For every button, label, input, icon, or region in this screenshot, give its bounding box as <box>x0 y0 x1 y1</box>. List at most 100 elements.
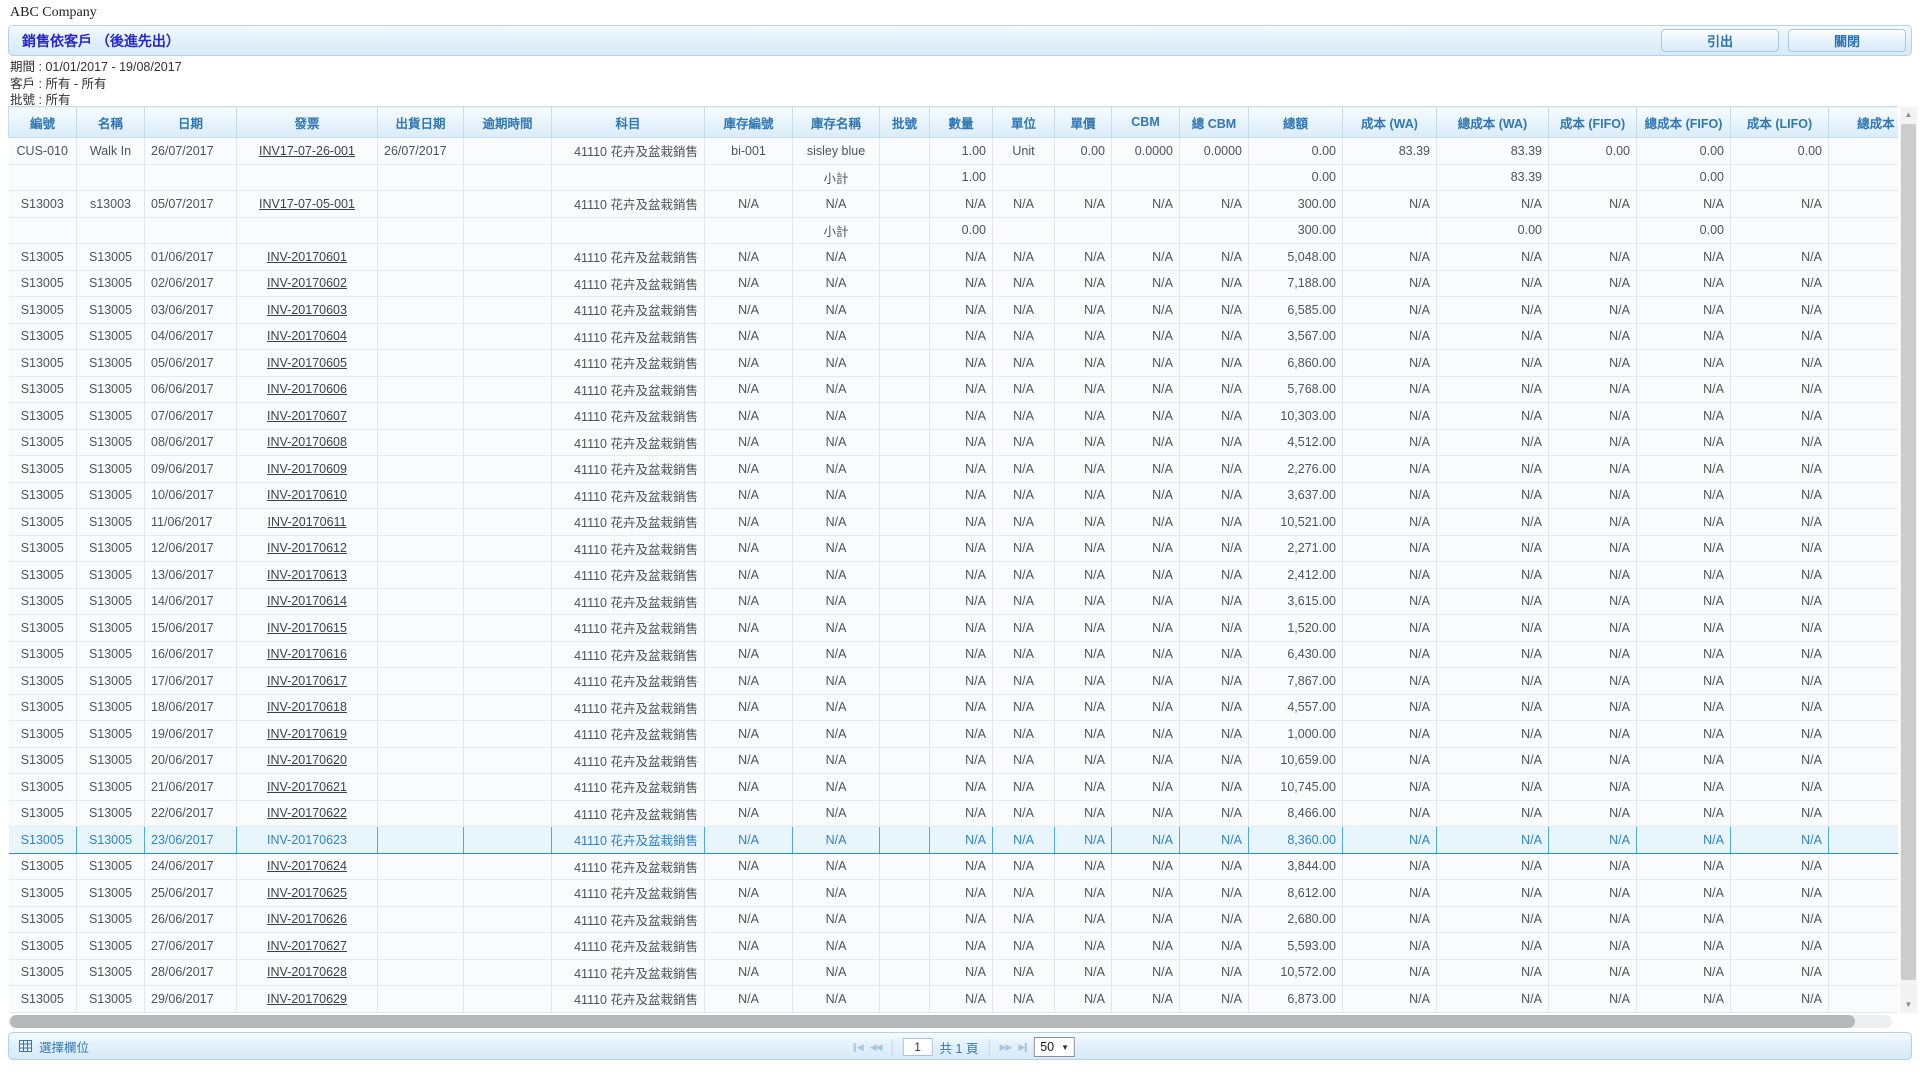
invoice-link[interactable]: INV-20170626 <box>267 912 347 926</box>
cell-total-cost-fifo: N/A <box>1637 641 1731 668</box>
invoice-link[interactable]: INV-20170613 <box>267 568 347 582</box>
table-row[interactable]: CUS-010Walk In26/07/2017INV17-07-26-0012… <box>9 138 1899 165</box>
invoice-link[interactable]: INV17-07-26-001 <box>259 144 355 158</box>
invoice-link[interactable]: INV17-07-05-001 <box>259 197 355 211</box>
invoice-link[interactable]: INV-20170620 <box>267 753 347 767</box>
invoice-link[interactable]: INV-20170627 <box>267 939 347 953</box>
cell-invoice: INV-20170629 <box>237 986 378 1013</box>
table-row[interactable]: S13005S1300519/06/2017INV-2017061941110 … <box>9 721 1899 748</box>
cell-stock-id: N/A <box>705 615 793 642</box>
close-button[interactable]: 關閉 <box>1788 29 1906 52</box>
invoice-link[interactable]: INV-20170601 <box>267 250 347 264</box>
subtotal-row[interactable]: 小計1.000.0083.390.00 <box>9 164 1899 191</box>
select-columns-button[interactable]: 選擇欄位 <box>19 1037 89 1056</box>
table-row[interactable]: S13005S1300518/06/2017INV-2017061841110 … <box>9 694 1899 721</box>
table-row[interactable]: S13003s1300305/07/2017INV17-07-05-001411… <box>9 191 1899 218</box>
table-row[interactable]: S13005S1300508/06/2017INV-2017060841110 … <box>9 429 1899 456</box>
cell-total-cost-fifo: N/A <box>1637 853 1731 880</box>
cell-batch <box>880 403 930 430</box>
invoice-link[interactable]: INV-20170624 <box>267 859 347 873</box>
table-row[interactable]: S13005S1300509/06/2017INV-2017060941110 … <box>9 456 1899 483</box>
scroll-up-icon[interactable]: ▲ <box>1900 107 1917 123</box>
invoice-link[interactable]: INV-20170629 <box>267 992 347 1006</box>
invoice-link[interactable]: INV-20170618 <box>267 700 347 714</box>
table-row[interactable]: S13005S1300521/06/2017INV-2017062141110 … <box>9 774 1899 801</box>
table-row[interactable]: S13005S1300504/06/2017INV-2017060441110 … <box>9 323 1899 350</box>
table-row[interactable]: S13005S1300528/06/2017INV-2017062841110 … <box>9 959 1899 986</box>
cell-ship-date <box>378 906 464 933</box>
invoice-link[interactable]: INV-20170628 <box>267 965 347 979</box>
horizontal-scrollbar[interactable] <box>8 1015 1892 1028</box>
invoice-link[interactable]: INV-20170625 <box>267 886 347 900</box>
page-size-select[interactable]: 50 ▼ <box>1034 1037 1075 1057</box>
cell-qty: N/A <box>930 509 993 536</box>
table-row[interactable]: S13005S1300516/06/2017INV-2017061641110 … <box>9 641 1899 668</box>
table-row[interactable]: S13005S1300514/06/2017INV-2017061441110 … <box>9 588 1899 615</box>
last-page-button[interactable]: ▶ <box>1018 1042 1027 1053</box>
invoice-link[interactable]: INV-20170619 <box>267 727 347 741</box>
cell-unit-price: N/A <box>1055 986 1112 1013</box>
invoice-link[interactable]: INV-20170606 <box>267 382 347 396</box>
export-button[interactable]: 引出 <box>1661 29 1779 52</box>
invoice-link[interactable]: INV-20170621 <box>267 780 347 794</box>
page-number-input[interactable] <box>903 1038 933 1056</box>
table-row[interactable]: S13005S1300517/06/2017INV-2017061741110 … <box>9 668 1899 695</box>
invoice-link[interactable]: INV-20170611 <box>268 515 347 529</box>
scroll-down-icon[interactable]: ▼ <box>1900 997 1917 1013</box>
table-row[interactable]: S13005S1300526/06/2017INV-2017062641110 … <box>9 906 1899 933</box>
table-row[interactable]: S13005S1300522/06/2017INV-2017062241110 … <box>9 800 1899 827</box>
invoice-link[interactable]: INV-20170609 <box>267 462 347 476</box>
invoice-link[interactable]: INV-20170615 <box>267 621 347 635</box>
cell-unit-price: N/A <box>1055 959 1112 986</box>
cell-batch <box>880 323 930 350</box>
next-page-button[interactable]: ▶▶ <box>999 1042 1011 1053</box>
cell-total-cost-wa: N/A <box>1437 323 1549 350</box>
invoice-link[interactable]: INV-20170616 <box>267 647 347 661</box>
cell-overdue <box>464 641 552 668</box>
table-row[interactable]: S13005S1300502/06/2017INV-2017060241110 … <box>9 270 1899 297</box>
invoice-link[interactable]: INV-20170612 <box>267 541 347 555</box>
invoice-link[interactable]: INV-20170604 <box>267 329 347 343</box>
invoice-link[interactable]: INV-20170602 <box>267 276 347 290</box>
cell-id: S13005 <box>9 323 77 350</box>
vertical-scrollbar-thumb[interactable] <box>1901 124 1916 980</box>
invoice-link[interactable]: INV-20170603 <box>267 303 347 317</box>
cell-date: 19/06/2017 <box>145 721 237 748</box>
invoice-link[interactable]: INV-20170610 <box>267 488 347 502</box>
subtotal-row[interactable]: 小計0.00300.000.000.00 <box>9 217 1899 244</box>
table-row[interactable]: S13005S1300515/06/2017INV-2017061541110 … <box>9 615 1899 642</box>
invoice-link[interactable]: INV-20170608 <box>267 435 347 449</box>
prev-page-button[interactable]: ◀◀ <box>870 1042 882 1053</box>
table-row[interactable]: S13005S1300527/06/2017INV-2017062741110 … <box>9 933 1899 960</box>
first-page-button[interactable]: ◀ <box>854 1042 863 1053</box>
table-row[interactable]: S13005S1300505/06/2017INV-2017060541110 … <box>9 350 1899 377</box>
invoice-link[interactable]: INV-20170614 <box>267 594 347 608</box>
invoice-link[interactable]: INV-20170607 <box>267 409 347 423</box>
table-row[interactable]: S13005S1300520/06/2017INV-2017062041110 … <box>9 747 1899 774</box>
table-row[interactable]: S13005S1300506/06/2017INV-2017060641110 … <box>9 376 1899 403</box>
invoice-link[interactable]: INV-20170622 <box>267 806 347 820</box>
cell-cost-fifo: N/A <box>1549 509 1637 536</box>
cell-total-cbm: N/A <box>1180 429 1249 456</box>
table-row[interactable]: S13005S1300513/06/2017INV-2017061341110 … <box>9 562 1899 589</box>
table-row[interactable]: S13005S1300525/06/2017INV-2017062541110 … <box>9 880 1899 907</box>
cell-name: S13005 <box>77 588 145 615</box>
cell-total: 7,188.00 <box>1249 270 1343 297</box>
vertical-scrollbar[interactable]: ▲ ▼ <box>1900 107 1917 1013</box>
cell-unit: N/A <box>993 456 1055 483</box>
table-row[interactable]: S13005S1300524/06/2017INV-2017062441110 … <box>9 853 1899 880</box>
table-row[interactable]: S13005S1300507/06/2017INV-2017060741110 … <box>9 403 1899 430</box>
invoice-link[interactable]: INV-20170605 <box>267 356 347 370</box>
horizontal-scrollbar-thumb[interactable] <box>10 1015 1855 1028</box>
table-row[interactable]: S13005S1300510/06/2017INV-2017061041110 … <box>9 482 1899 509</box>
cell-overdue <box>464 694 552 721</box>
filter-customer: 客戶 : 所有 - 所有 <box>10 76 182 93</box>
invoice-link[interactable]: INV-20170623 <box>267 833 347 847</box>
table-row[interactable]: S13005S1300512/06/2017INV-2017061241110 … <box>9 535 1899 562</box>
table-row[interactable]: S13005S1300501/06/2017INV-2017060141110 … <box>9 244 1899 271</box>
table-row[interactable]: S13005S1300523/06/2017INV-2017062341110 … <box>9 827 1899 854</box>
table-row[interactable]: S13005S1300529/06/2017INV-2017062941110 … <box>9 986 1899 1013</box>
invoice-link[interactable]: INV-20170617 <box>267 674 347 688</box>
table-row[interactable]: S13005S1300511/06/2017INV-2017061141110 … <box>9 509 1899 536</box>
table-row[interactable]: S13005S1300503/06/2017INV-2017060341110 … <box>9 297 1899 324</box>
